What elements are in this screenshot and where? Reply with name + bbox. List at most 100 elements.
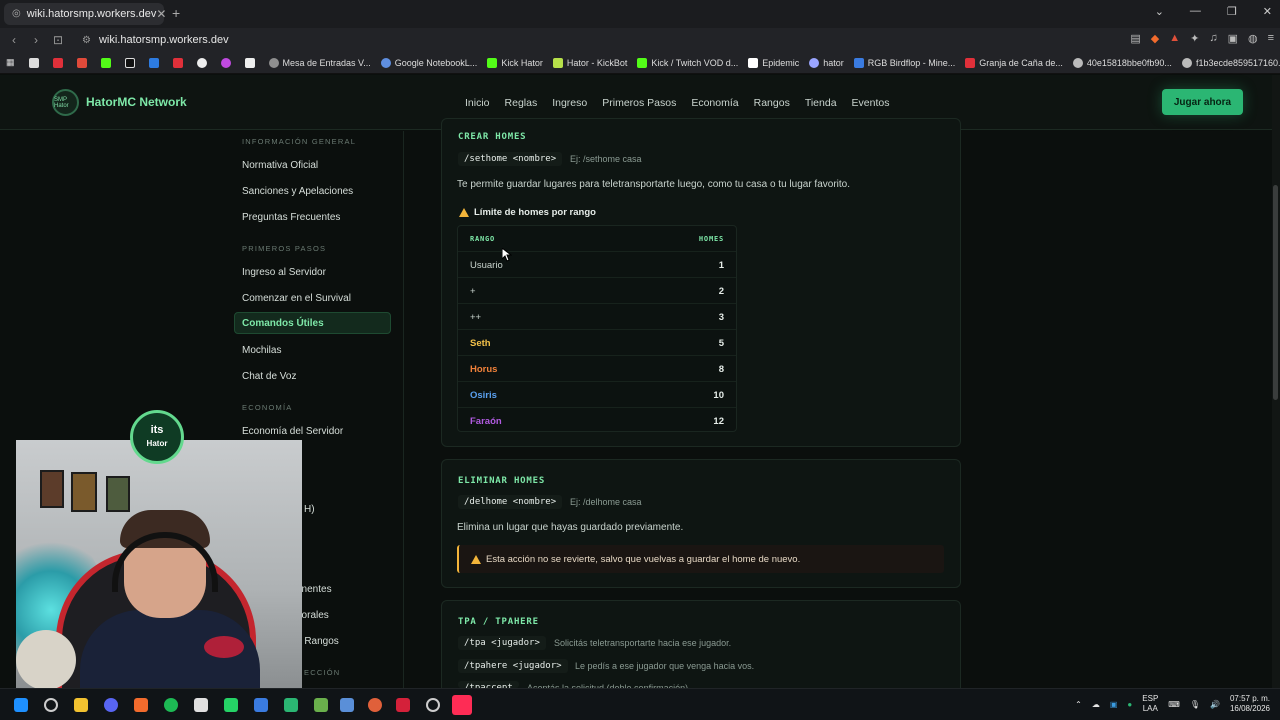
sidebar-item-normativa[interactable]: Normativa Oficial <box>242 160 318 171</box>
tab-list-icon[interactable]: ⌄ <box>1155 5 1164 18</box>
reader-icon[interactable]: ▤ <box>1130 32 1140 45</box>
tray-overflow-icon[interactable]: ⌃ <box>1075 700 1082 709</box>
bookmark-vod[interactable]: Kick / Twitch VOD d... <box>637 57 738 68</box>
sidebar-item-ingreso[interactable]: Ingreso al Servidor <box>242 267 326 278</box>
media-icon[interactable]: ♫ <box>1209 32 1217 45</box>
bookmark-notebooklm[interactable]: Google NotebookL... <box>380 57 477 68</box>
command-example: Ej: /sethome casa <box>570 154 642 164</box>
site-logo[interactable]: SMP Hator <box>52 89 79 116</box>
app-icon[interactable] <box>396 698 410 712</box>
table-row: Horus 8 <box>458 355 736 381</box>
forward-icon[interactable]: › <box>26 33 46 47</box>
bookmark-app-icon[interactable] <box>244 57 259 68</box>
play-now-button[interactable]: Jugar ahora <box>1162 89 1243 115</box>
close-window-button[interactable]: ✕ <box>1263 5 1272 18</box>
sidebar-item-economia[interactable]: Economía del Servidor <box>242 426 343 437</box>
sidebar-item-comandos[interactable]: Comandos Útiles <box>234 312 391 334</box>
extensions-icon[interactable]: ✦ <box>1190 32 1199 45</box>
close-tab-icon[interactable]: ✕ <box>156 7 166 21</box>
tiktok-live-icon[interactable] <box>452 695 472 715</box>
globe-icon: ◎ <box>12 8 21 19</box>
streamlabs-icon[interactable] <box>220 57 235 68</box>
microphone-icon[interactable]: 🎙 <box>1190 700 1200 709</box>
menu-icon[interactable]: ≡ <box>1268 32 1274 45</box>
command-example: Ej: /delhome casa <box>570 497 642 507</box>
bookmark-icon[interactable]: ⊡ <box>48 33 68 47</box>
minimize-button[interactable]: — <box>1190 5 1201 18</box>
cloud-icon[interactable]: ☁ <box>1092 700 1100 709</box>
bookmark-granja[interactable]: Granja de Caña de... <box>965 57 1063 68</box>
search-icon[interactable] <box>44 698 58 712</box>
meta-icon[interactable] <box>148 57 163 68</box>
bookmark-birdflop[interactable]: RGB Birdflop - Mine... <box>853 57 955 68</box>
app-tray-icon[interactable]: ● <box>1127 700 1132 709</box>
file-explorer-icon[interactable] <box>74 698 88 712</box>
tiktok-icon[interactable] <box>124 57 139 68</box>
nav-reglas[interactable]: Reglas <box>505 97 538 109</box>
nav-inicio[interactable]: Inicio <box>465 97 490 109</box>
obs-icon[interactable] <box>426 698 440 712</box>
bookmark-hash1[interactable]: 40e15818bbe0fb90... <box>1072 57 1172 68</box>
spotify-icon[interactable] <box>164 698 178 712</box>
sidebar-item-sanciones[interactable]: Sanciones y Apelaciones <box>242 186 353 197</box>
sidebar-item-partial-4[interactable]: e Rangos <box>296 636 339 647</box>
lang-bottom: LAA <box>1142 704 1158 713</box>
app-tray-icon[interactable]: ▣ <box>1110 700 1118 709</box>
discord-icon[interactable] <box>104 698 118 712</box>
brave-icon[interactable] <box>134 698 148 712</box>
scrollbar-thumb[interactable] <box>1273 185 1278 400</box>
command-description: Te permite guardar lugares para teletran… <box>457 179 850 190</box>
browser-tab[interactable]: ◎ wiki.hatorsmp.workers.dev ✕ <box>4 3 166 25</box>
bookmark-epidemic[interactable]: Epidemic <box>748 57 799 68</box>
volume-icon[interactable]: 🔊 <box>1210 700 1220 709</box>
poster <box>106 476 130 512</box>
vpn-icon[interactable]: ◍ <box>1248 32 1258 45</box>
app-icon[interactable] <box>254 698 268 712</box>
address-bar[interactable]: ⚙ wiki.hatorsmp.workers.dev <box>82 34 229 46</box>
nav-ingreso[interactable]: Ingreso <box>552 97 587 109</box>
bookmark-hator[interactable]: hator <box>809 57 844 68</box>
nav-economia[interactable]: Economía <box>691 97 738 109</box>
back-icon[interactable]: ‹ <box>4 33 24 47</box>
app-icon[interactable] <box>368 698 382 712</box>
sidebar-item-survival[interactable]: Comenzar en el Survival <box>242 293 351 304</box>
app-icon[interactable] <box>194 698 208 712</box>
bookmark-kickbot[interactable]: Hator - KickBot <box>552 57 627 68</box>
app-icon[interactable] <box>284 698 298 712</box>
kick-icon[interactable] <box>100 57 115 68</box>
whatsapp-icon[interactable] <box>224 698 238 712</box>
sidebar-item-faq[interactable]: Preguntas Frecuentes <box>242 212 340 223</box>
sidebar-item-chat-voz[interactable]: Chat de Voz <box>242 371 296 382</box>
bookmark-mesa[interactable]: Mesa de Entradas V... <box>268 57 371 68</box>
language-indicator[interactable]: ESP LAA <box>1142 694 1158 714</box>
site-settings-icon[interactable]: ⚙ <box>82 35 91 46</box>
section-primeros-pasos: PRIMEROS PASOS <box>242 244 327 253</box>
nav-eventos[interactable]: Eventos <box>852 97 890 109</box>
github-icon[interactable] <box>196 57 211 68</box>
bookmark-kick-hator[interactable]: Kick Hator <box>487 57 543 68</box>
start-icon[interactable] <box>14 698 28 712</box>
rank-homes: 12 <box>713 416 724 427</box>
sidebar-item-partial-1[interactable]: H) <box>304 504 315 515</box>
nav-rangos[interactable]: Rangos <box>754 97 790 109</box>
notion-icon[interactable] <box>28 57 43 68</box>
brave-shield-icon[interactable]: ◆ <box>1151 32 1159 45</box>
rewards-icon[interactable]: ▲ <box>1169 32 1180 45</box>
youtube-icon[interactable] <box>52 57 67 68</box>
app-icon[interactable] <box>340 698 354 712</box>
apps-icon[interactable]: ▦ <box>6 57 15 68</box>
wallet-icon[interactable]: ▣ <box>1228 32 1238 45</box>
youtube-studio-icon[interactable] <box>172 57 187 68</box>
minecraft-icon[interactable] <box>314 698 328 712</box>
maximize-button[interactable]: ❐ <box>1227 5 1237 18</box>
rank-name: + <box>470 286 476 297</box>
nav-primeros-pasos[interactable]: Primeros Pasos <box>602 97 676 109</box>
sidebar-item-mochilas[interactable]: Mochilas <box>242 345 281 356</box>
bookmark-hash2[interactable]: f1b3ecde859517160... <box>1181 57 1280 68</box>
gmail-icon[interactable] <box>76 57 91 68</box>
new-tab-button[interactable]: + <box>172 5 180 21</box>
clock[interactable]: 07:57 p. m. 16/08/2026 <box>1230 694 1270 714</box>
site-brand[interactable]: HatorMC Network <box>86 95 187 109</box>
network-icon[interactable]: ⌨ <box>1168 700 1180 709</box>
nav-tienda[interactable]: Tienda <box>805 97 837 109</box>
